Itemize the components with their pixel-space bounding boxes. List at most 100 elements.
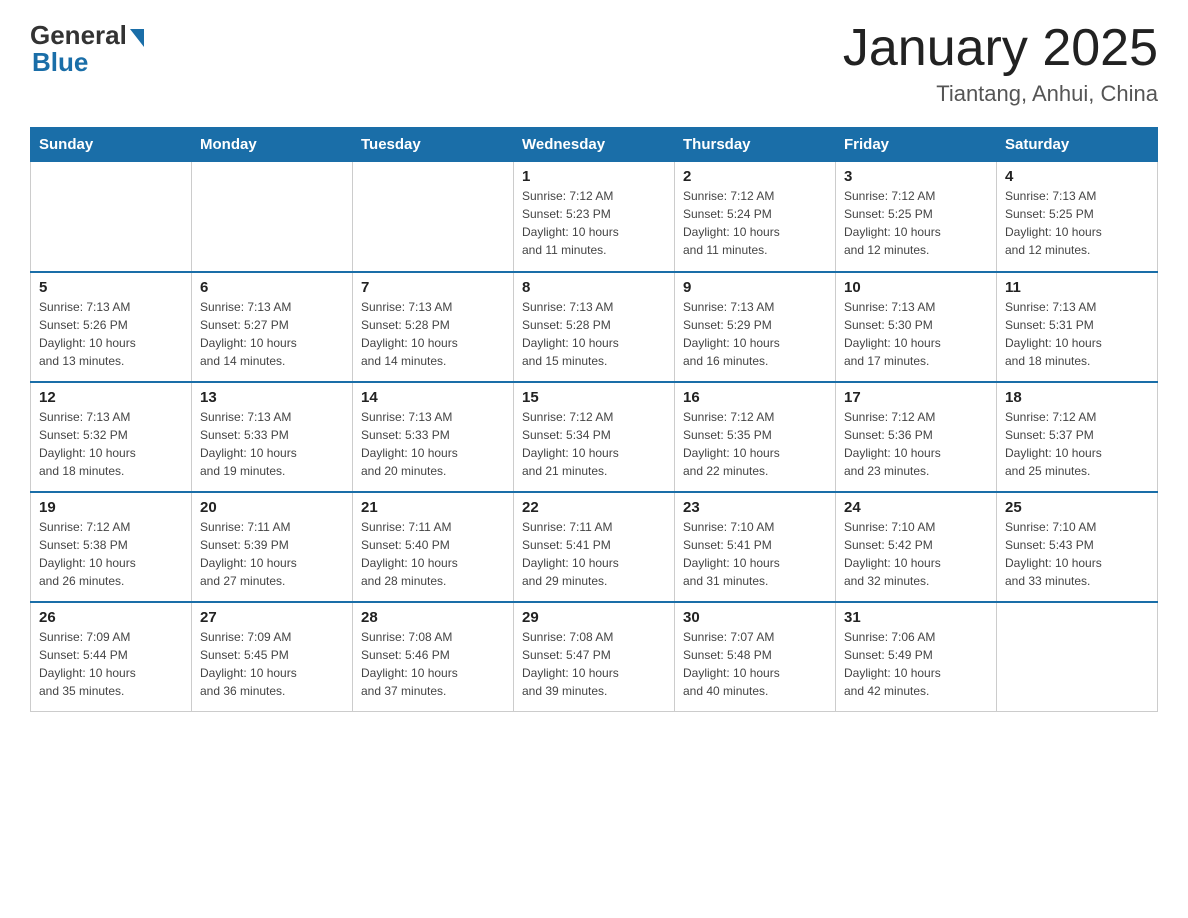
calendar-cell: 22 Sunrise: 7:11 AM Sunset: 5:41 PM Dayli…: [514, 492, 675, 602]
weekday-header-sunday: Sunday: [31, 128, 192, 162]
day-number: 8: [522, 279, 666, 296]
day-number: 16: [683, 389, 827, 406]
day-info: Sunrise: 7:09 AM Sunset: 5:45 PM Dayligh…: [200, 628, 344, 700]
day-info: Sunrise: 7:10 AM Sunset: 5:42 PM Dayligh…: [844, 518, 988, 590]
day-info: Sunrise: 7:12 AM Sunset: 5:38 PM Dayligh…: [39, 518, 183, 590]
day-number: 15: [522, 389, 666, 406]
day-info: Sunrise: 7:10 AM Sunset: 5:41 PM Dayligh…: [683, 518, 827, 590]
day-number: 10: [844, 279, 988, 296]
weekday-header-wednesday: Wednesday: [514, 128, 675, 162]
calendar-cell: 3 Sunrise: 7:12 AM Sunset: 5:25 PM Daylig…: [836, 162, 997, 272]
day-number: 5: [39, 279, 183, 296]
day-number: 20: [200, 499, 344, 516]
weekday-header-tuesday: Tuesday: [353, 128, 514, 162]
weekday-header-row: SundayMondayTuesdayWednesdayThursdayFrid…: [31, 128, 1158, 162]
day-info: Sunrise: 7:09 AM Sunset: 5:44 PM Dayligh…: [39, 628, 183, 700]
day-info: Sunrise: 7:08 AM Sunset: 5:47 PM Dayligh…: [522, 628, 666, 700]
day-info: Sunrise: 7:13 AM Sunset: 5:27 PM Dayligh…: [200, 298, 344, 370]
day-info: Sunrise: 7:13 AM Sunset: 5:33 PM Dayligh…: [361, 408, 505, 480]
calendar-cell: 2Sunrise: 7:12 AM Sunset: 5:24 PM Daylig…: [675, 162, 836, 272]
calendar-cell: 14 Sunrise: 7:13 AM Sunset: 5:33 PM Dayli…: [353, 382, 514, 492]
calendar-cell: 23 Sunrise: 7:10 AM Sunset: 5:41 PM Dayli…: [675, 492, 836, 602]
calendar-cell: 4 Sunrise: 7:13 AM Sunset: 5:25 PM Daylig…: [997, 162, 1158, 272]
day-info: Sunrise: 7:13 AM Sunset: 5:28 PM Dayligh…: [361, 298, 505, 370]
calendar-cell: 8 Sunrise: 7:13 AM Sunset: 5:28 PM Daylig…: [514, 272, 675, 382]
weekday-header-friday: Friday: [836, 128, 997, 162]
day-number: 25: [1005, 499, 1149, 516]
day-number: 1: [522, 168, 666, 185]
calendar-cell: 12 Sunrise: 7:13 AM Sunset: 5:32 PM Dayli…: [31, 382, 192, 492]
day-number: 14: [361, 389, 505, 406]
calendar-cell: 27 Sunrise: 7:09 AM Sunset: 5:45 PM Dayli…: [192, 602, 353, 712]
calendar-cell: 7 Sunrise: 7:13 AM Sunset: 5:28 PM Daylig…: [353, 272, 514, 382]
day-number: 17: [844, 389, 988, 406]
day-number: 29: [522, 609, 666, 626]
calendar-cell: 26 Sunrise: 7:09 AM Sunset: 5:44 PM Dayli…: [31, 602, 192, 712]
logo-blue-text: Blue: [32, 47, 88, 78]
calendar-cell: 25Sunrise: 7:10 AM Sunset: 5:43 PM Dayli…: [997, 492, 1158, 602]
calendar-cell: 11Sunrise: 7:13 AM Sunset: 5:31 PM Dayli…: [997, 272, 1158, 382]
calendar-cell: 5 Sunrise: 7:13 AM Sunset: 5:26 PM Daylig…: [31, 272, 192, 382]
day-number: 24: [844, 499, 988, 516]
day-number: 3: [844, 168, 988, 185]
day-number: 27: [200, 609, 344, 626]
day-info: Sunrise: 7:13 AM Sunset: 5:28 PM Dayligh…: [522, 298, 666, 370]
day-number: 22: [522, 499, 666, 516]
day-info: Sunrise: 7:12 AM Sunset: 5:25 PM Dayligh…: [844, 187, 988, 259]
calendar-cell: 15 Sunrise: 7:12 AM Sunset: 5:34 PM Dayli…: [514, 382, 675, 492]
day-number: 6: [200, 279, 344, 296]
calendar-cell: [997, 602, 1158, 712]
day-info: Sunrise: 7:06 AM Sunset: 5:49 PM Dayligh…: [844, 628, 988, 700]
day-info: Sunrise: 7:13 AM Sunset: 5:25 PM Dayligh…: [1005, 187, 1149, 259]
day-number: 31: [844, 609, 988, 626]
weekday-header-monday: Monday: [192, 128, 353, 162]
calendar-cell: 31 Sunrise: 7:06 AM Sunset: 5:49 PM Dayli…: [836, 602, 997, 712]
calendar-cell: 1 Sunrise: 7:12 AM Sunset: 5:23 PM Daylig…: [514, 162, 675, 272]
calendar-week-row: 5 Sunrise: 7:13 AM Sunset: 5:26 PM Daylig…: [31, 272, 1158, 382]
calendar-table: SundayMondayTuesdayWednesdayThursdayFrid…: [30, 127, 1158, 712]
day-number: 4: [1005, 168, 1149, 185]
day-info: Sunrise: 7:12 AM Sunset: 5:36 PM Dayligh…: [844, 408, 988, 480]
day-info: Sunrise: 7:08 AM Sunset: 5:46 PM Dayligh…: [361, 628, 505, 700]
calendar-title: January 2025: [843, 20, 1158, 77]
day-info: Sunrise: 7:12 AM Sunset: 5:23 PM Dayligh…: [522, 187, 666, 259]
day-info: Sunrise: 7:13 AM Sunset: 5:32 PM Dayligh…: [39, 408, 183, 480]
calendar-cell: 28 Sunrise: 7:08 AM Sunset: 5:46 PM Dayli…: [353, 602, 514, 712]
calendar-cell: 18Sunrise: 7:12 AM Sunset: 5:37 PM Dayli…: [997, 382, 1158, 492]
calendar-cell: 30Sunrise: 7:07 AM Sunset: 5:48 PM Dayli…: [675, 602, 836, 712]
calendar-cell: 20 Sunrise: 7:11 AM Sunset: 5:39 PM Dayli…: [192, 492, 353, 602]
logo-arrow-icon: [130, 29, 144, 47]
day-info: Sunrise: 7:13 AM Sunset: 5:26 PM Dayligh…: [39, 298, 183, 370]
day-info: Sunrise: 7:12 AM Sunset: 5:37 PM Dayligh…: [1005, 408, 1149, 480]
day-info: Sunrise: 7:12 AM Sunset: 5:35 PM Dayligh…: [683, 408, 827, 480]
day-number: 21: [361, 499, 505, 516]
calendar-week-row: 19 Sunrise: 7:12 AM Sunset: 5:38 PM Dayli…: [31, 492, 1158, 602]
day-number: 12: [39, 389, 183, 406]
day-number: 7: [361, 279, 505, 296]
calendar-cell: 17 Sunrise: 7:12 AM Sunset: 5:36 PM Dayli…: [836, 382, 997, 492]
day-number: 26: [39, 609, 183, 626]
day-number: 28: [361, 609, 505, 626]
day-number: 30: [683, 609, 827, 626]
day-info: Sunrise: 7:13 AM Sunset: 5:30 PM Dayligh…: [844, 298, 988, 370]
day-info: Sunrise: 7:11 AM Sunset: 5:39 PM Dayligh…: [200, 518, 344, 590]
day-info: Sunrise: 7:11 AM Sunset: 5:40 PM Dayligh…: [361, 518, 505, 590]
calendar-cell: [31, 162, 192, 272]
day-number: 23: [683, 499, 827, 516]
calendar-cell: 6 Sunrise: 7:13 AM Sunset: 5:27 PM Daylig…: [192, 272, 353, 382]
weekday-header-saturday: Saturday: [997, 128, 1158, 162]
calendar-cell: 13Sunrise: 7:13 AM Sunset: 5:33 PM Dayli…: [192, 382, 353, 492]
day-info: Sunrise: 7:13 AM Sunset: 5:31 PM Dayligh…: [1005, 298, 1149, 370]
calendar-cell: 19 Sunrise: 7:12 AM Sunset: 5:38 PM Dayli…: [31, 492, 192, 602]
day-number: 19: [39, 499, 183, 516]
day-number: 13: [200, 389, 344, 406]
calendar-week-row: 12 Sunrise: 7:13 AM Sunset: 5:32 PM Dayli…: [31, 382, 1158, 492]
day-info: Sunrise: 7:11 AM Sunset: 5:41 PM Dayligh…: [522, 518, 666, 590]
calendar-cell: 16 Sunrise: 7:12 AM Sunset: 5:35 PM Dayli…: [675, 382, 836, 492]
calendar-cell: [353, 162, 514, 272]
calendar-cell: 24 Sunrise: 7:10 AM Sunset: 5:42 PM Dayli…: [836, 492, 997, 602]
day-info: Sunrise: 7:12 AM Sunset: 5:24 PM Dayligh…: [683, 187, 827, 259]
calendar-cell: 29 Sunrise: 7:08 AM Sunset: 5:47 PM Dayli…: [514, 602, 675, 712]
day-info: Sunrise: 7:12 AM Sunset: 5:34 PM Dayligh…: [522, 408, 666, 480]
day-info: Sunrise: 7:13 AM Sunset: 5:29 PM Dayligh…: [683, 298, 827, 370]
